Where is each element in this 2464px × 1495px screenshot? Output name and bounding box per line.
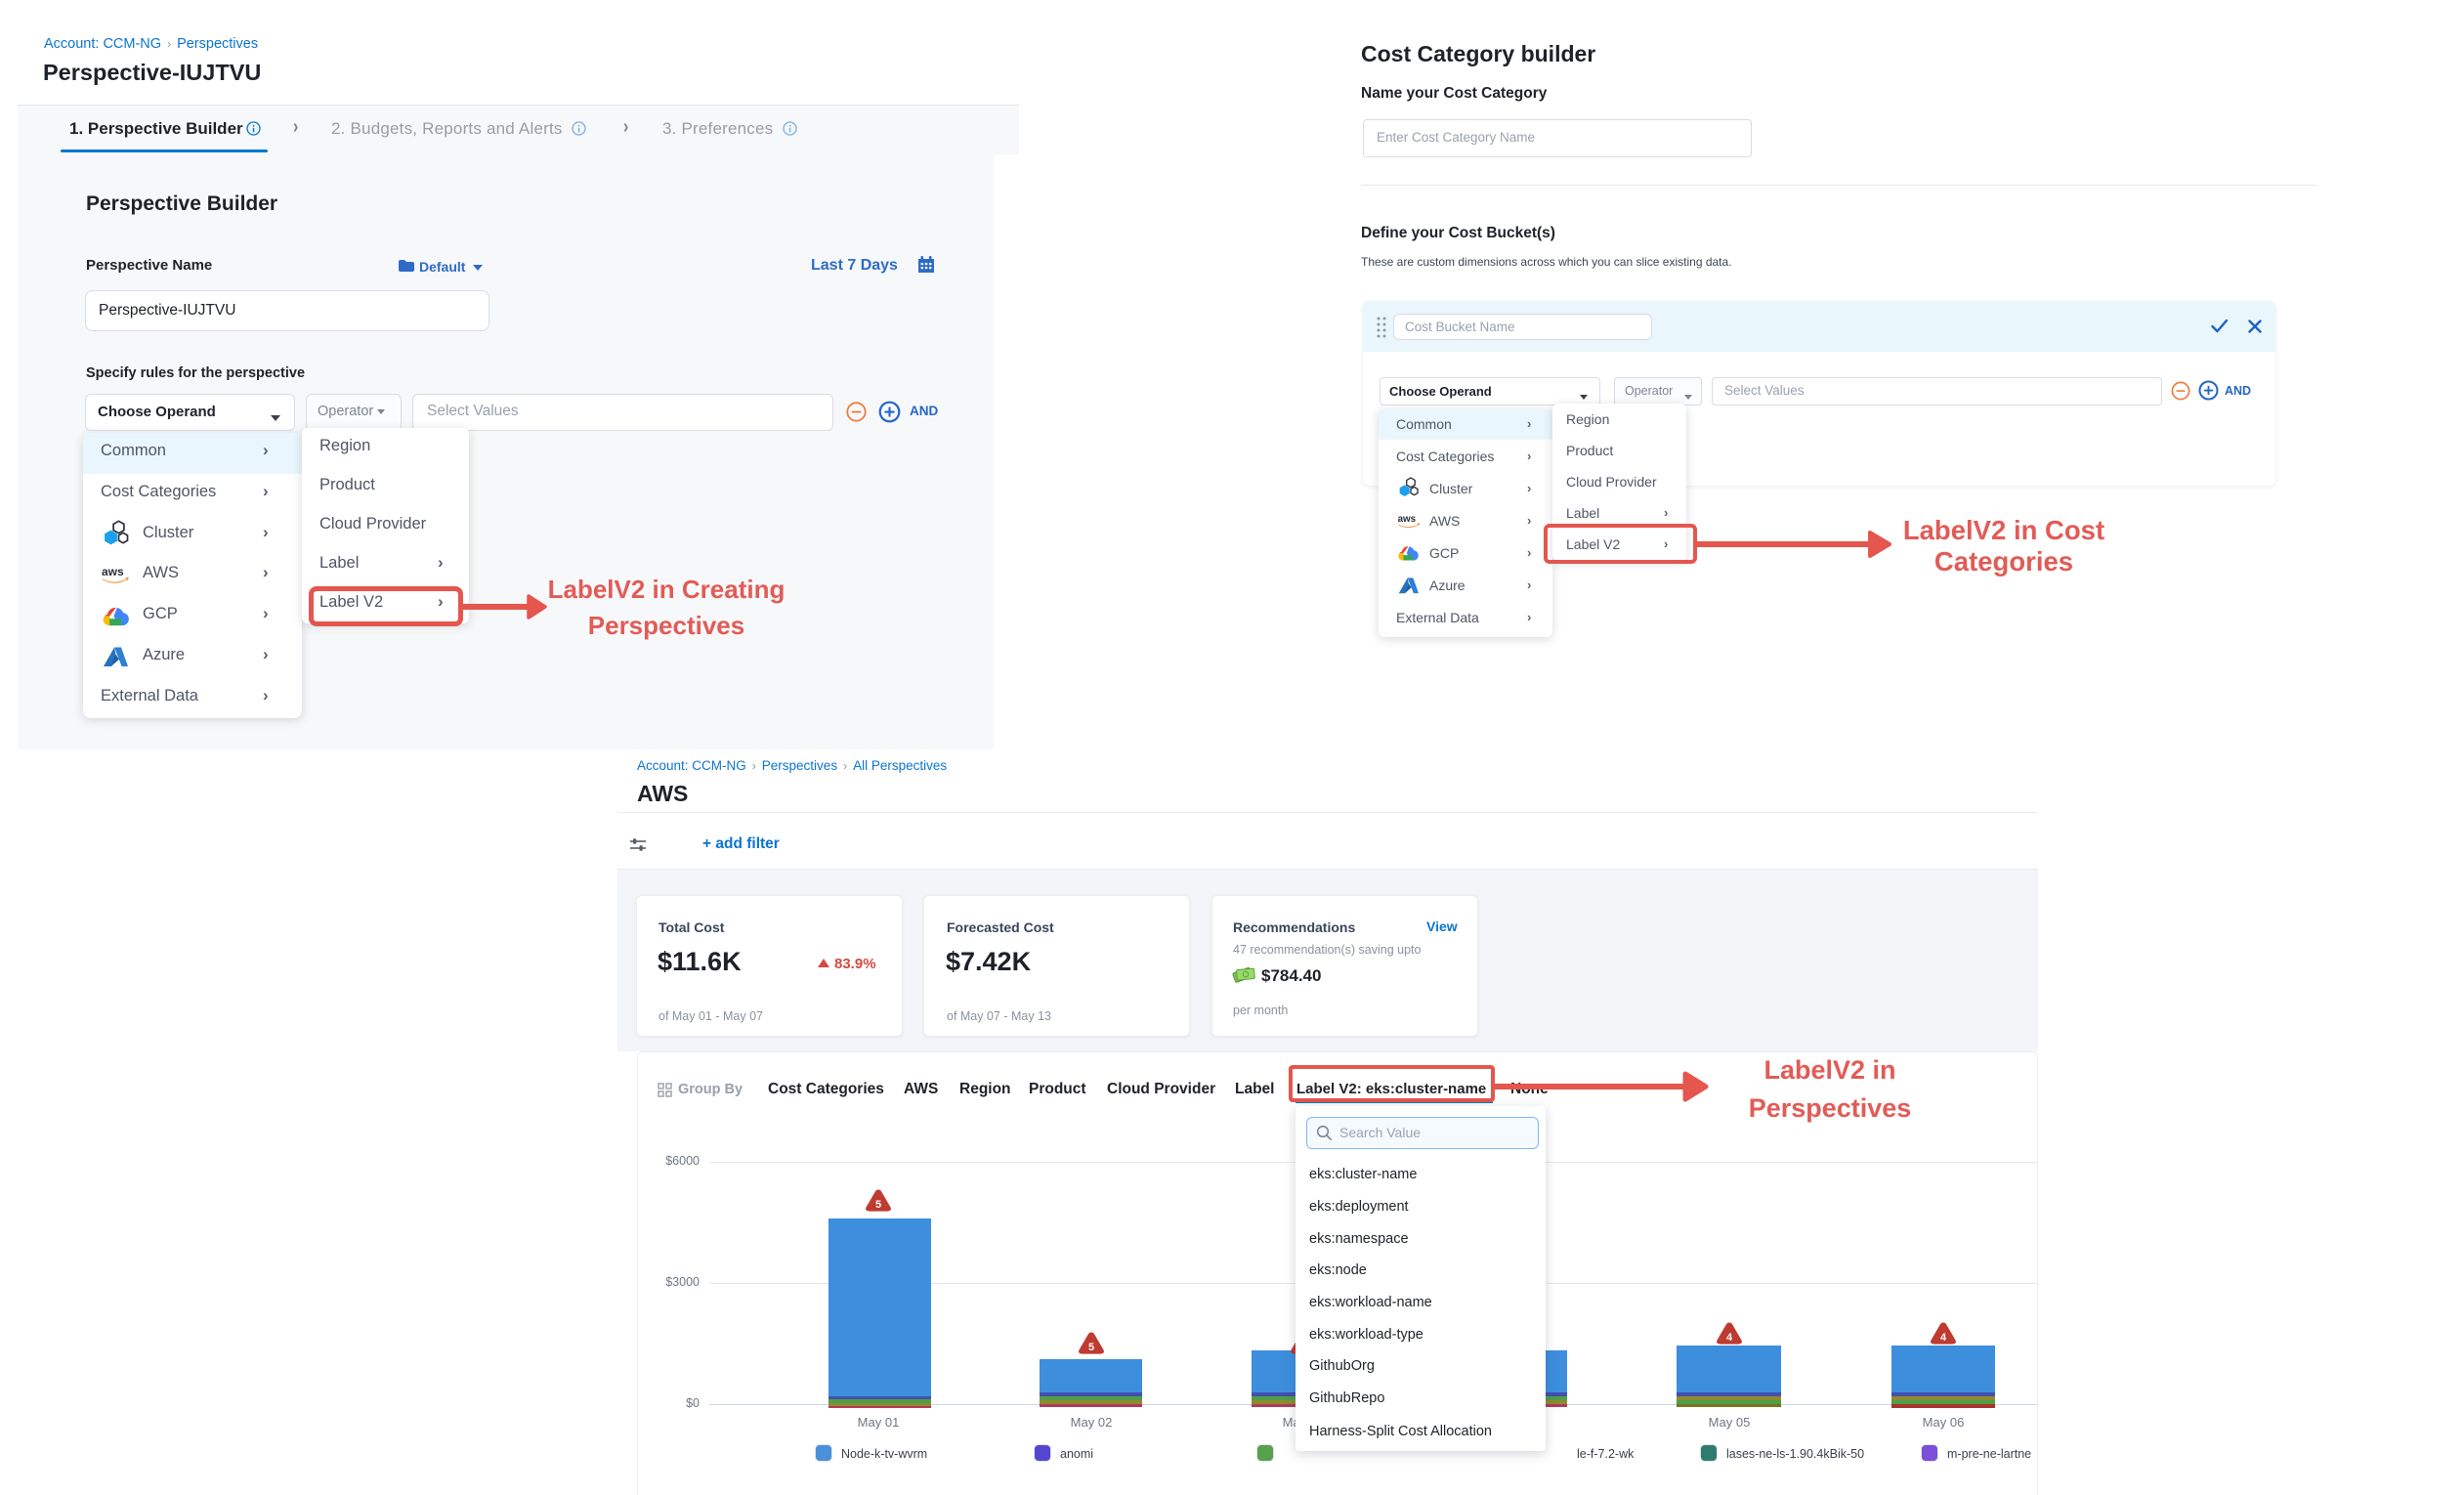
svg-text:5: 5 bbox=[1088, 1342, 1094, 1353]
svg-text:5: 5 bbox=[875, 1199, 881, 1211]
svg-text:4: 4 bbox=[1940, 1332, 1947, 1344]
svg-text:4: 4 bbox=[1726, 1332, 1733, 1344]
